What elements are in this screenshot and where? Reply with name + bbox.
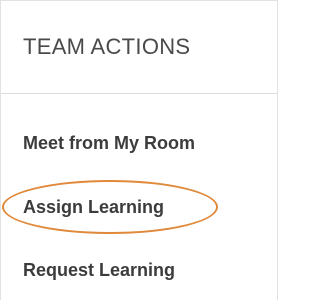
meet-from-my-room-link[interactable]: Meet from My Room bbox=[23, 133, 195, 154]
panel-title: TEAM ACTIONS bbox=[23, 34, 191, 59]
request-learning-link[interactable]: Request Learning bbox=[23, 260, 175, 281]
panel-header: TEAM ACTIONS bbox=[1, 1, 277, 94]
team-actions-panel: TEAM ACTIONS Meet from My Room Assign Le… bbox=[0, 0, 278, 300]
assign-learning-link[interactable]: Assign Learning bbox=[23, 197, 164, 218]
